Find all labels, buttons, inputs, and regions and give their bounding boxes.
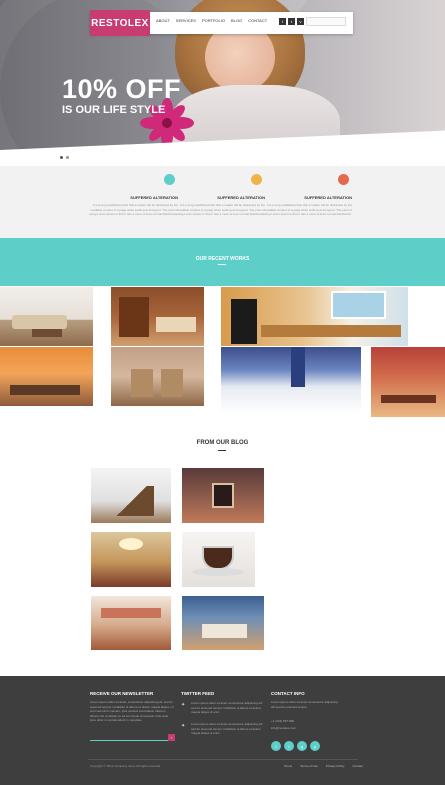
leaf-icon — [164, 174, 175, 185]
twitter-icon[interactable]: t — [288, 18, 295, 25]
blog-image[interactable] — [182, 596, 264, 650]
tweet-text: Lorem ipsum dolor sit amet consectetur a… — [191, 701, 263, 714]
menu-item-contact[interactable]: CONTACT — [248, 18, 267, 23]
cup-shape — [202, 546, 234, 570]
footer-links: Terms Terms of Use Privacy Policy Contac… — [284, 764, 363, 768]
newsletter-text: Lorem ipsum dolor sit amet, consectetur … — [90, 700, 174, 722]
feature-text: It is a long established fact that a rea… — [89, 203, 178, 216]
menu-item-about[interactable]: ABOUT — [156, 18, 170, 23]
hero-subtitle: IS OUR LIFE STYLE — [62, 104, 166, 116]
footer-divider — [88, 759, 358, 760]
footer-link-contact[interactable]: Contact — [353, 764, 363, 768]
facebook-icon[interactable]: f — [279, 18, 286, 25]
twitter-icon: ✦ — [181, 723, 186, 729]
slider-dot[interactable] — [60, 156, 63, 159]
menu-item-portfolio[interactable]: PORTFOLIO — [202, 18, 225, 23]
footer-link-privacy[interactable]: Privacy Policy — [326, 764, 345, 768]
chair-shape — [131, 369, 153, 397]
features-section — [0, 166, 445, 238]
main-menu: ABOUT SERVICES PORTFOLIO BLOG CONTACT — [156, 18, 267, 23]
twitter-icon[interactable]: t — [284, 741, 294, 751]
newsletter-email-input[interactable] — [90, 733, 170, 741]
footer-link-terms[interactable]: Terms — [284, 764, 292, 768]
counter-shape — [261, 325, 401, 337]
cabinet-shape — [119, 297, 149, 337]
feature-title: SUFFERED ALTERATION — [217, 195, 265, 200]
menu-item-services[interactable]: SERVICES — [176, 18, 196, 23]
fireplace-shape — [212, 483, 234, 508]
copyright: Copyright © 2014 Company name All rights… — [90, 764, 161, 768]
contact-heading: CONTACT INFO — [271, 691, 305, 696]
contact-text: Lorem ipsum dolor sit amet consectetur a… — [271, 700, 338, 709]
blog-image[interactable] — [91, 596, 171, 650]
portfolio-image[interactable] — [221, 287, 408, 346]
twitter-heading: TWITTER FEED — [181, 691, 215, 696]
facebook-icon[interactable]: f — [271, 741, 281, 751]
twitter-icon: ✦ — [181, 702, 186, 708]
blog-image[interactable] — [182, 468, 264, 523]
menu-item-blog[interactable]: BLOG — [231, 18, 242, 23]
pinterest-icon[interactable]: p — [310, 741, 320, 751]
column-shape — [291, 347, 305, 387]
newsletter-submit-button[interactable]: › — [168, 734, 175, 741]
social-links: f t v — [279, 18, 304, 25]
title-underline — [218, 450, 226, 451]
hero-divider — [0, 158, 445, 165]
slider-dot[interactable] — [66, 156, 69, 159]
window-shape — [331, 291, 386, 319]
table-shape — [10, 385, 80, 395]
feature-text: It is a long established fact that a rea… — [263, 203, 352, 216]
portfolio-image[interactable] — [221, 347, 361, 413]
fridge-shape — [231, 299, 257, 344]
table-shape — [381, 395, 436, 403]
portfolio-image[interactable] — [111, 287, 204, 346]
vimeo-icon[interactable]: v — [297, 18, 304, 25]
blog-title: FROM OUR BLOG — [196, 440, 249, 446]
title-underline — [218, 264, 226, 265]
blog-image[interactable] — [91, 468, 171, 523]
feature-title: SUFFERED ALTERATION — [130, 195, 178, 200]
logo[interactable]: RESTOLEX — [90, 10, 150, 36]
search-input[interactable] — [306, 17, 346, 26]
sofa-shape — [12, 315, 67, 329]
feature-title: SUFFERED ALTERATION — [304, 195, 352, 200]
refresh-icon — [338, 174, 349, 185]
chair-shape — [161, 369, 183, 397]
saucer-shape — [192, 568, 244, 576]
table-shape — [32, 329, 62, 337]
bed-shape — [202, 624, 247, 638]
contact-phone: +1 (234) 567-890 — [271, 719, 295, 723]
portfolio-image[interactable] — [371, 347, 445, 417]
recent-works-header — [0, 238, 445, 286]
chandelier-shape — [119, 538, 143, 550]
contact-email[interactable]: info@restolex.com — [271, 726, 296, 731]
star-icon — [251, 174, 262, 185]
blog-image[interactable] — [91, 532, 171, 587]
newsletter-heading: RECEIVE OUR NEWSLETTER — [90, 691, 154, 696]
feature-text: It is a long established fact that a rea… — [176, 203, 265, 216]
island-shape — [156, 317, 196, 332]
recent-works-title: OUR RECENT WORKS — [195, 256, 250, 262]
blog-image[interactable] — [182, 532, 255, 587]
slider-dots — [60, 156, 69, 159]
stairs-shape — [109, 486, 154, 516]
footer-link-terms-of-use[interactable]: Terms of Use — [300, 764, 318, 768]
tweet-text: Lorem ipsum dolor sit amet consectetur a… — [191, 722, 263, 735]
portfolio-image[interactable] — [0, 347, 93, 406]
shelf-shape — [101, 608, 161, 618]
hero-title: 10% OFF — [62, 74, 182, 104]
portfolio-image[interactable] — [111, 347, 204, 406]
portfolio-image[interactable] — [0, 287, 93, 346]
google-plus-icon[interactable]: g — [297, 741, 307, 751]
